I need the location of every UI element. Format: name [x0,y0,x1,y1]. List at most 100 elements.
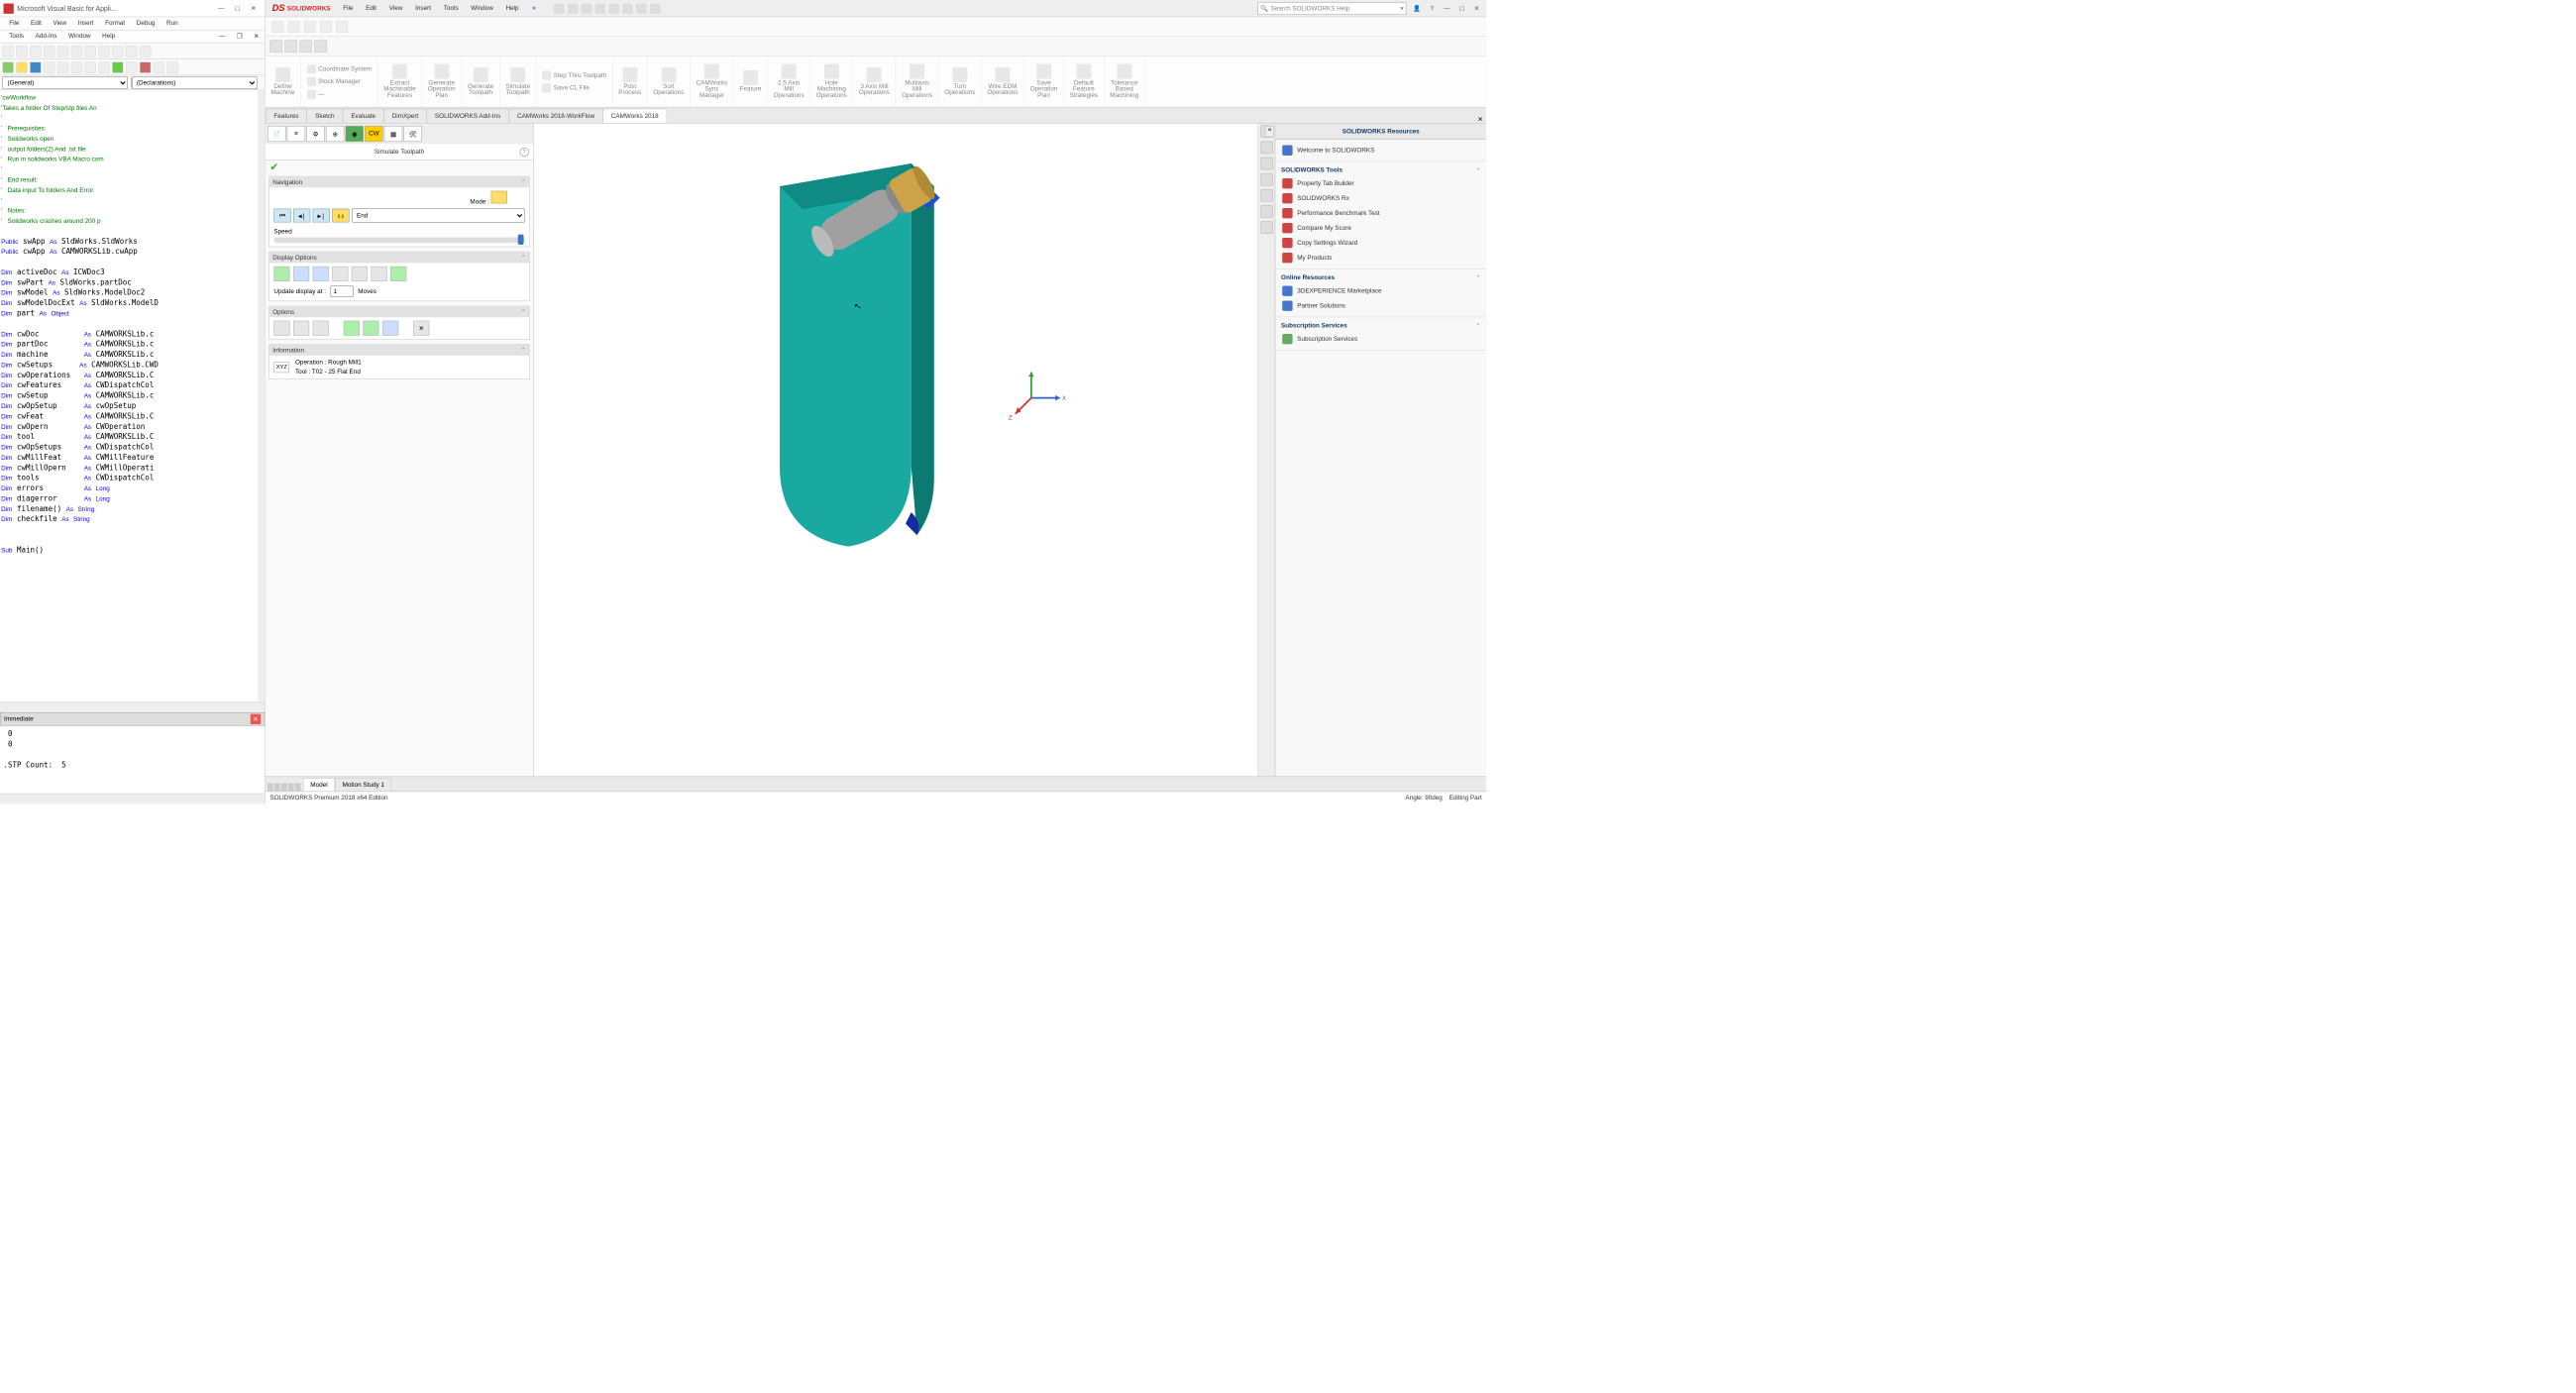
save-icon[interactable] [594,3,604,13]
tool-icon[interactable] [16,46,28,57]
resources-link[interactable]: 3DEXPERIENCE Marketplace [1281,283,1480,298]
resources-link[interactable]: Partner Solutions [1281,298,1480,313]
rebuild-icon[interactable] [636,3,646,13]
maximize-button[interactable]: ◻ [229,5,245,13]
open-icon[interactable] [582,3,591,13]
vba-horizontal-scrollbar[interactable] [0,702,265,712]
fm-tab-display-icon[interactable]: ◉ [346,126,364,142]
ok-check-icon[interactable]: ✔ [269,161,278,173]
undo-icon[interactable] [84,61,96,73]
search-dropdown-icon[interactable]: ▾ [1400,5,1403,13]
fm-tab-feature-icon[interactable]: 📄 [268,126,285,142]
ribbon-button[interactable]: 2.5 Axis Mill Operations [768,56,810,107]
menu-insert[interactable]: Insert [409,2,436,14]
record-icon[interactable] [320,21,332,33]
rail-resources-icon[interactable] [1260,142,1273,155]
fm-tab-dimexpert-icon[interactable]: ⊕ [326,126,344,142]
menu-insert[interactable]: Insert [72,17,99,30]
immediate-window[interactable]: 0 0 .STP Count: 5 [0,726,265,794]
ribbon-button[interactable]: Feature [734,56,768,107]
disp-stock-icon[interactable] [293,267,309,281]
opt-4-icon[interactable] [344,321,360,336]
ribbon-button[interactable]: Wire EDM Operations [982,56,1024,107]
menu-addins[interactable]: Add-Ins [30,31,62,43]
menu-debug[interactable]: Debug [131,17,161,30]
options-header[interactable]: Options ⌃ [269,306,530,317]
fm-tab-config-icon[interactable]: ⚙ [306,126,324,142]
tab-motion-study[interactable]: Motion Study 1 [335,778,391,791]
project-icon[interactable] [166,61,178,73]
navigation-header[interactable]: Navigation ⌃ [269,176,530,187]
user-icon[interactable]: 👤 [1411,2,1424,15]
information-header[interactable]: Information ⌃ [269,345,530,356]
3d-viewport[interactable]: X Y Z ↖ [534,124,1257,777]
opt-5-icon[interactable] [363,321,378,336]
display-options-header[interactable]: Display Options ⌃ [269,252,530,263]
run-icon[interactable] [112,61,124,73]
display-icon[interactable] [314,40,327,53]
speed-thumb[interactable] [518,235,524,245]
rail-library-icon[interactable] [1260,158,1273,170]
minimize-button[interactable]: — [213,5,229,12]
command-tab[interactable]: Evaluate [343,109,384,123]
collapse-icon[interactable]: ⌃ [521,178,526,186]
reset-icon[interactable] [140,61,152,73]
menu-tools[interactable]: Tools [3,31,29,43]
rail-view-icon[interactable] [1260,189,1273,202]
disp-holder-icon[interactable] [332,267,348,281]
view-icon[interactable] [2,61,14,73]
minimize-button[interactable]: — [1441,2,1453,15]
resources-link[interactable]: Property Tab Builder [1281,176,1480,191]
tool-icon[interactable] [140,46,152,57]
speed-slider[interactable] [273,237,524,243]
resources-link[interactable]: SOLIDWORKS Rx [1281,191,1480,206]
undo-icon[interactable] [622,3,632,13]
ribbon-item[interactable]: Step Thru Toolpath [542,69,606,81]
panel-help-icon[interactable]: ? [519,148,528,157]
welcome-link[interactable]: Welcome to SOLIDWORKS [1281,143,1480,158]
xyz-button[interactable]: XYZ [273,362,289,373]
nav-end-select[interactable]: End [352,209,525,223]
tab-model[interactable]: Model [303,778,335,791]
ribbon-button[interactable]: Simulate Toolpath [500,56,537,107]
ribbon-button[interactable]: Default Feature Strategies [1064,56,1105,107]
step-icon[interactable] [336,21,348,33]
opt-2-icon[interactable] [293,321,309,336]
fm-tab-tool-icon[interactable]: 🛠 [403,126,421,142]
copy-icon[interactable] [57,61,69,73]
tool-icon[interactable] [126,46,138,57]
home-icon[interactable] [554,3,564,13]
rail-appearance-icon[interactable] [1260,205,1273,218]
ribbon-button[interactable]: Hole Machining Operations [810,56,853,107]
rail-explorer-icon[interactable] [1260,173,1273,186]
new-icon[interactable] [568,3,578,13]
menu-window[interactable]: Window [62,31,96,43]
resources-link[interactable]: Copy Settings Wizard [1281,236,1480,251]
command-tab[interactable]: DimXpert [383,109,427,123]
help-icon[interactable]: ? [1426,2,1439,15]
menu-view[interactable]: View [383,2,408,14]
disp-tool-icon[interactable] [313,267,329,281]
immediate-scrollbar[interactable] [0,794,265,804]
ribbon-button[interactable]: Save Operation Plan [1024,56,1064,107]
menu-view[interactable]: View [48,17,72,30]
tool-icon[interactable] [71,46,83,57]
fm-tab-op-icon[interactable]: ▦ [384,126,402,142]
update-moves-input[interactable] [331,286,354,298]
ribbon-item[interactable]: — [307,88,325,100]
menu-edit[interactable]: Edit [360,2,381,14]
ribbon-button[interactable]: Sort Operations [648,56,691,107]
immediate-close-button[interactable]: ✕ [251,714,261,724]
command-tab[interactable]: Sketch [307,109,344,123]
folder-icon[interactable] [16,61,28,73]
tool-icon[interactable] [30,46,42,57]
fm-tab-property-icon[interactable]: ≡ [287,126,305,142]
menu-tools[interactable]: Tools [438,2,464,14]
ribbon-button[interactable]: Generate Operation Plan [422,56,462,107]
menu-help[interactable]: Help [500,2,525,14]
command-tab[interactable]: CAMWorks 2018 [602,109,667,123]
ribbon-button[interactable]: 3 Axis Mill Operations [853,56,896,107]
pause-icon[interactable] [288,21,300,33]
sw-search-box[interactable]: 🔍 Search SOLIDWORKS Help ▾ [1257,2,1406,15]
opt-1-icon[interactable] [273,321,289,336]
